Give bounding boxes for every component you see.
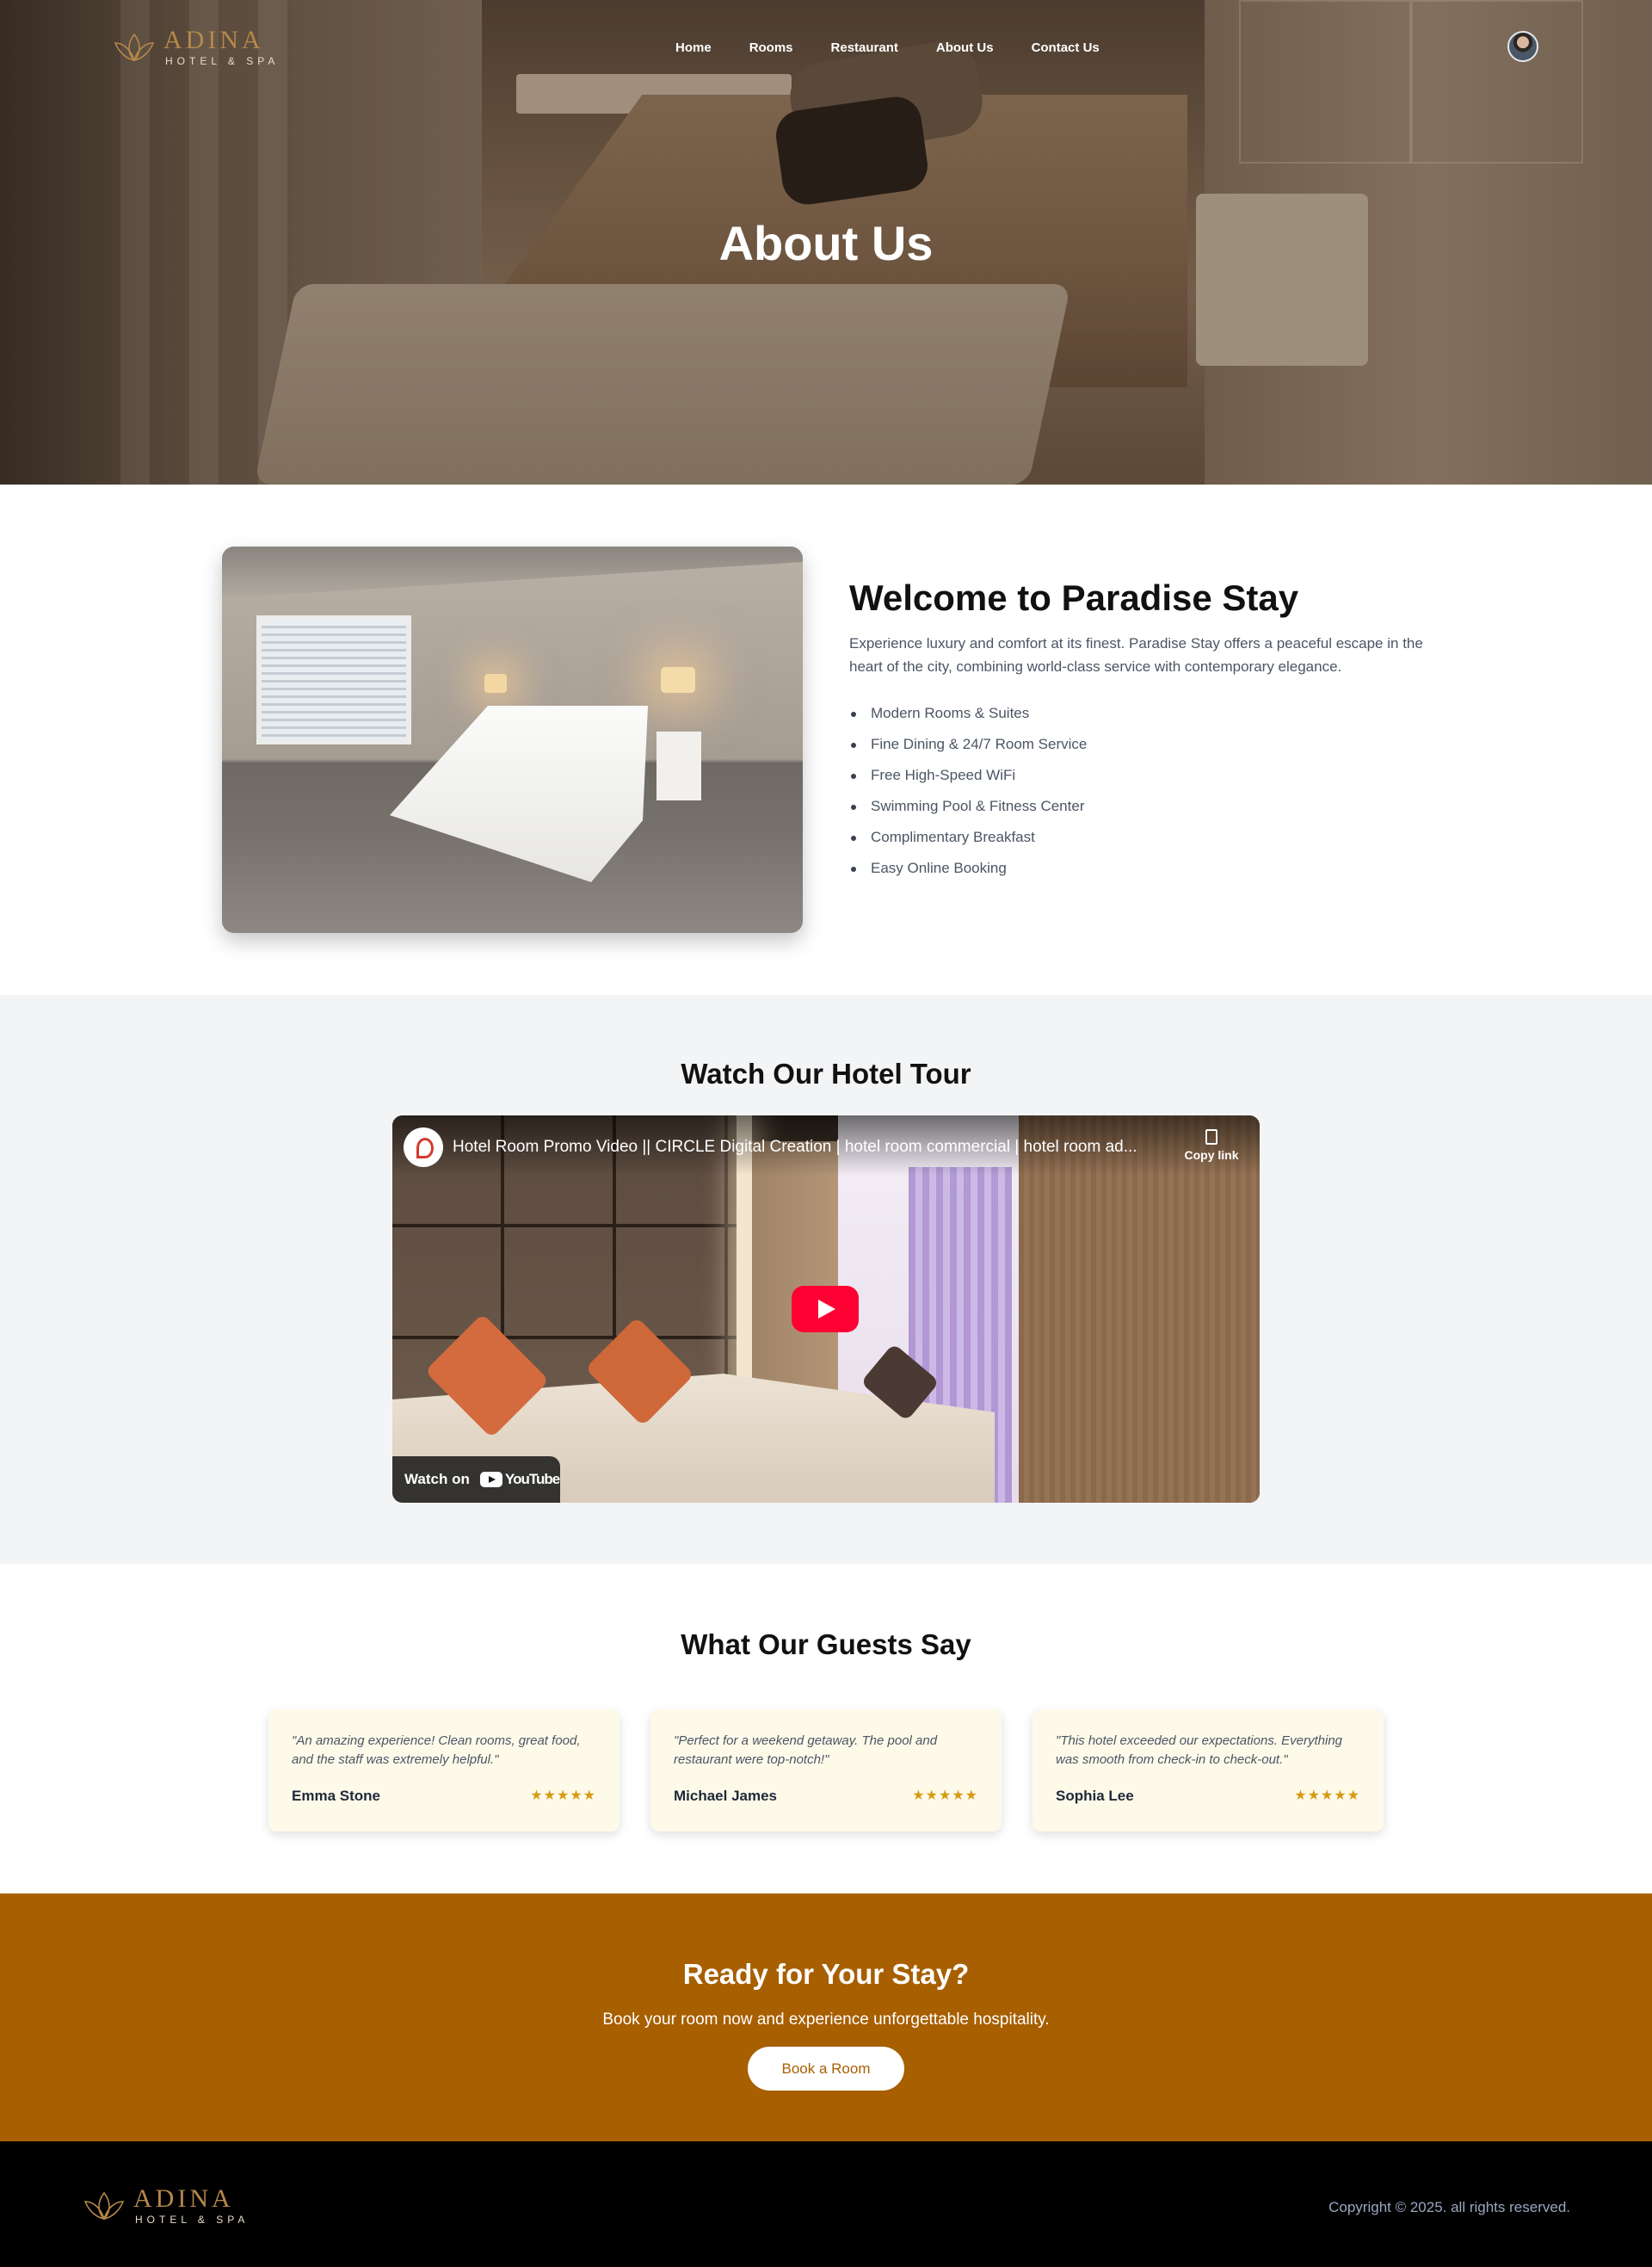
room-photo-lamp	[484, 674, 507, 693]
youtube-label: YouTube	[505, 1471, 560, 1487]
welcome-description: Experience luxury and comfort at its fin…	[849, 635, 1423, 675]
footer-logo[interactable]: ADINA HOTEL & SPA	[82, 2184, 254, 2227]
nav-link-contact-us[interactable]: Contact Us	[1032, 38, 1100, 59]
testimonial-quote: "This hotel exceeded our expectations. E…	[1056, 1733, 1343, 1767]
hotel-tour-section: Watch Our Hotel Tour Hotel Room Promo Vi…	[0, 995, 1652, 1564]
star-rating-icon: ★★★★★	[1294, 1788, 1360, 1803]
cta-title: Ready for Your Stay?	[682, 1958, 970, 1990]
testimonial-card: "Perfect for a weekend getaway. The pool…	[650, 1709, 1002, 1832]
watch-on-label: Watch on	[404, 1471, 470, 1487]
copy-icon	[1205, 1129, 1217, 1145]
play-button[interactable]	[792, 1286, 859, 1332]
feature-item: Free High-Speed WiFi	[849, 760, 1087, 791]
star-rating-icon: ★★★★★	[530, 1788, 596, 1803]
hero-section: ADINA HOTEL & SPA Home Rooms Restaurant …	[0, 0, 1652, 485]
welcome-intro: Welcome to Paradise Stay Experience luxu…	[849, 575, 1434, 678]
testimonial-quote: "Perfect for a weekend getaway. The pool…	[674, 1733, 938, 1767]
main-menu: Home Rooms Restaurant About Us Contact U…	[675, 38, 1137, 59]
user-avatar[interactable]	[1507, 31, 1538, 62]
page-title: About Us	[718, 216, 934, 270]
nav-link-about-us[interactable]: About Us	[936, 38, 994, 59]
testimonial-quote: "An amazing experience! Clean rooms, gre…	[292, 1733, 581, 1767]
testimonial-author: Michael James	[674, 1788, 778, 1804]
copyright-text: Copyright © 2025. all rights reserved.	[1328, 2199, 1570, 2215]
feature-item: Easy Online Booking	[849, 853, 1087, 884]
lotus-icon	[83, 2191, 125, 2221]
top-navigation: ADINA HOTEL & SPA Home Rooms Restaurant …	[0, 0, 1652, 95]
feature-item: Complimentary Breakfast	[849, 822, 1087, 853]
brand-name: ADINA	[133, 2184, 234, 2213]
room-photo-window	[256, 615, 411, 744]
footer: ADINA HOTEL & SPA Copyright © 2025. all …	[0, 2141, 1652, 2267]
room-photo	[222, 547, 803, 933]
lotus-icon	[114, 33, 155, 62]
welcome-title: Welcome to Paradise Stay	[849, 578, 1299, 618]
channel-logo[interactable]	[404, 1127, 443, 1167]
testimonials-title: What Our Guests Say	[681, 1628, 971, 1660]
testimonial-card: "This hotel exceeded our expectations. E…	[1032, 1709, 1384, 1832]
copy-link-label: Copy link	[1184, 1148, 1239, 1162]
watch-on-youtube-button[interactable]: Watch on YouTube	[392, 1456, 560, 1503]
testimonial-author: Sophia Lee	[1056, 1788, 1134, 1804]
room-photo-lamp	[661, 667, 695, 693]
room-photo-ceiling	[222, 547, 803, 598]
nav-link-home[interactable]: Home	[675, 38, 712, 59]
nav-link-rooms[interactable]: Rooms	[749, 38, 793, 59]
video-player[interactable]: Hotel Room Promo Video || CIRCLE Digital…	[392, 1115, 1260, 1503]
booking-cta-section: Ready for Your Stay? Book your room now …	[0, 1893, 1652, 2141]
star-rating-icon: ★★★★★	[912, 1788, 978, 1803]
feature-item: Swimming Pool & Fitness Center	[849, 791, 1087, 822]
nav-link-restaurant[interactable]: Restaurant	[831, 38, 898, 59]
room-photo-nightstand	[656, 732, 701, 800]
youtube-icon	[480, 1472, 502, 1487]
brand-tagline: HOTEL & SPA	[135, 2214, 250, 2226]
testimonial-card: "An amazing experience! Clean rooms, gre…	[268, 1709, 620, 1832]
feature-item: Fine Dining & 24/7 Room Service	[849, 729, 1087, 760]
feature-item: Modern Rooms & Suites	[849, 698, 1087, 729]
video-title[interactable]: Hotel Room Promo Video || CIRCLE Digital…	[453, 1136, 1201, 1158]
brand-logo[interactable]: ADINA HOTEL & SPA	[112, 26, 284, 69]
book-room-button[interactable]: Book a Room	[748, 2047, 904, 2091]
brand-name: ADINA	[163, 26, 264, 54]
brand-tagline: HOTEL & SPA	[165, 55, 280, 67]
tour-title: Watch Our Hotel Tour	[681, 1058, 971, 1090]
cta-subtitle: Book your room now and experience unforg…	[602, 2011, 1050, 2029]
feature-list: Modern Rooms & Suites Fine Dining & 24/7…	[849, 698, 1087, 884]
copy-link-button[interactable]: Copy link	[1177, 1129, 1246, 1164]
testimonial-author: Emma Stone	[292, 1788, 380, 1804]
